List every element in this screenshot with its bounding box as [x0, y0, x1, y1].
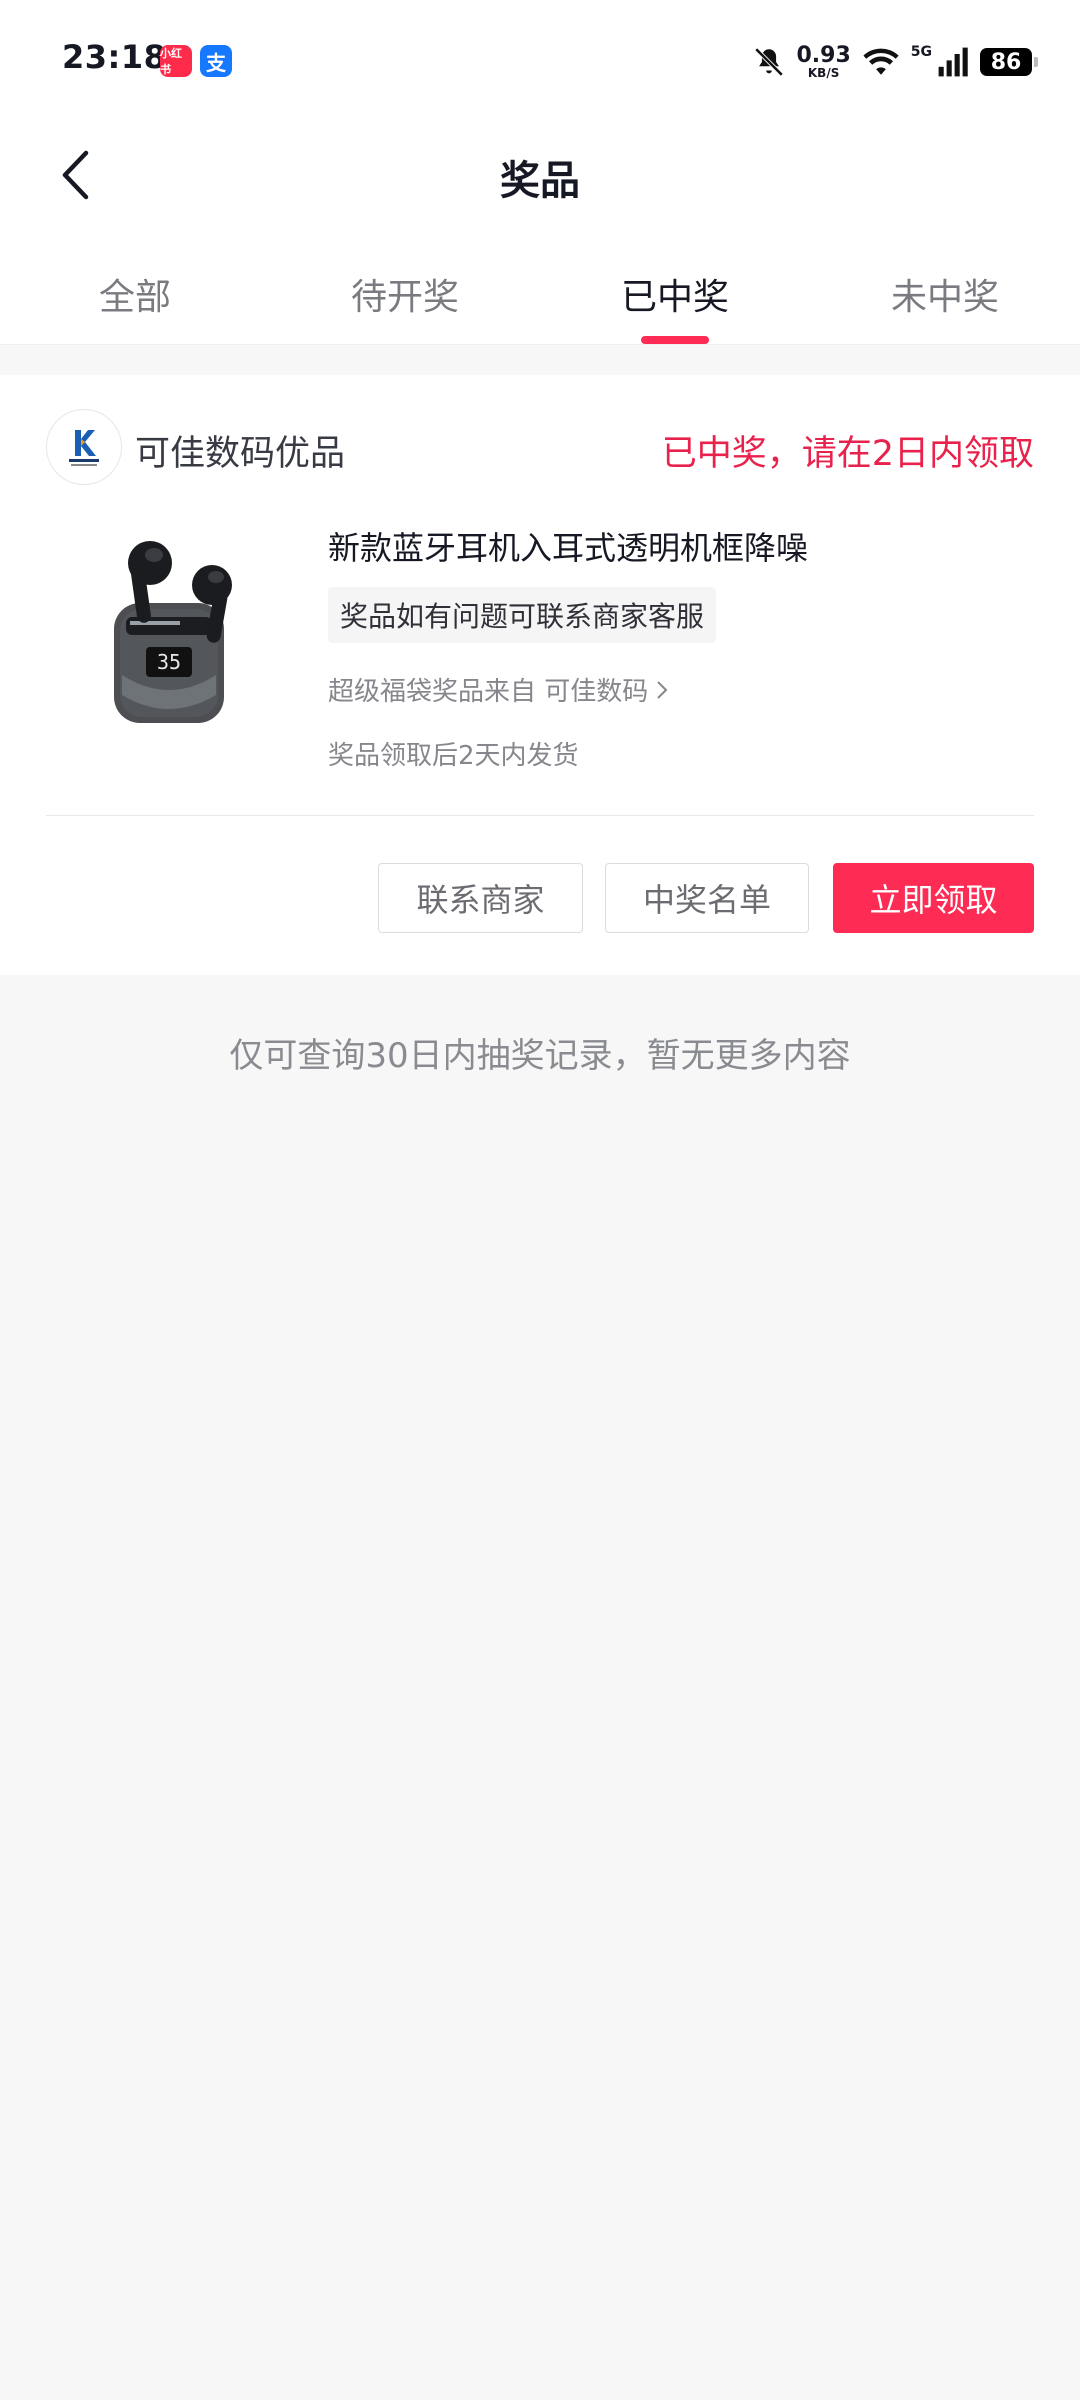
tab-all[interactable]: 全部 — [0, 230, 270, 344]
wifi-icon — [863, 48, 899, 75]
alipay-icon: 支 — [200, 45, 232, 77]
signal-icon — [938, 47, 968, 77]
network-type: 5G — [910, 44, 932, 60]
network-speed-unit: KB/S — [807, 66, 840, 80]
service-tip: 奖品如有问题可联系商家客服 — [328, 587, 717, 643]
shop-logo-icon — [69, 430, 99, 466]
network-speed-value: 0.93 — [796, 43, 851, 68]
battery-icon: 86 — [980, 48, 1038, 76]
product-image[interactable]: 35 — [92, 525, 272, 735]
product-title[interactable]: 新款蓝牙耳机入耳式透明机框降噪 — [328, 523, 808, 569]
claim-now-button[interactable]: 立即领取 — [833, 863, 1034, 933]
tab-won[interactable]: 已中奖 — [540, 230, 810, 344]
mute-bell-icon — [755, 47, 784, 77]
prize-source-link[interactable]: 超级福袋奖品来自 可佳数码 — [328, 671, 668, 708]
shop-logo[interactable] — [46, 409, 122, 485]
win-status: 已中奖，请在2日内领取 — [661, 434, 1034, 474]
network-speed: 0.93 KB/S — [796, 43, 851, 80]
shipping-note: 奖品领取后2天内发货 — [328, 741, 579, 771]
footer-note: 仅可查询30日内抽奖记录，暂无更多内容 — [229, 1036, 851, 1076]
header: 奖品 — [0, 120, 1080, 230]
contact-merchant-button[interactable]: 联系商家 — [378, 863, 583, 933]
prize-source-text: 超级福袋奖品来自 可佳数码 — [328, 677, 649, 707]
status-indicators: 0.93 KB/S 5G 86 — [752, 40, 1038, 84]
shop-name[interactable]: 可佳数码优品 — [135, 425, 345, 476]
winner-list-button[interactable]: 中奖名单 — [605, 863, 809, 933]
top-area: 23:18 小红书 支 0.93 KB/S 5G 86 奖品 全部 待开奖 已中… — [0, 0, 1080, 345]
prize-card: 可佳数码优品 已中奖，请在2日内领取 35 新款蓝牙耳机入耳式透明机框降噪 奖品… — [0, 375, 1080, 975]
tab-not-won[interactable]: 未中奖 — [810, 230, 1080, 344]
chevron-right-icon — [657, 680, 668, 699]
divider — [46, 815, 1034, 816]
product-display-value: 35 — [157, 650, 181, 674]
status-time: 23:18 — [62, 38, 167, 76]
xiaohongshu-icon: 小红书 — [160, 45, 192, 77]
page-title: 奖品 — [500, 158, 580, 204]
tab-pending[interactable]: 待开奖 — [270, 230, 540, 344]
status-bar: 23:18 小红书 支 0.93 KB/S 5G 86 — [0, 0, 1080, 120]
tab-bar: 全部 待开奖 已中奖 未中奖 — [0, 230, 1080, 345]
